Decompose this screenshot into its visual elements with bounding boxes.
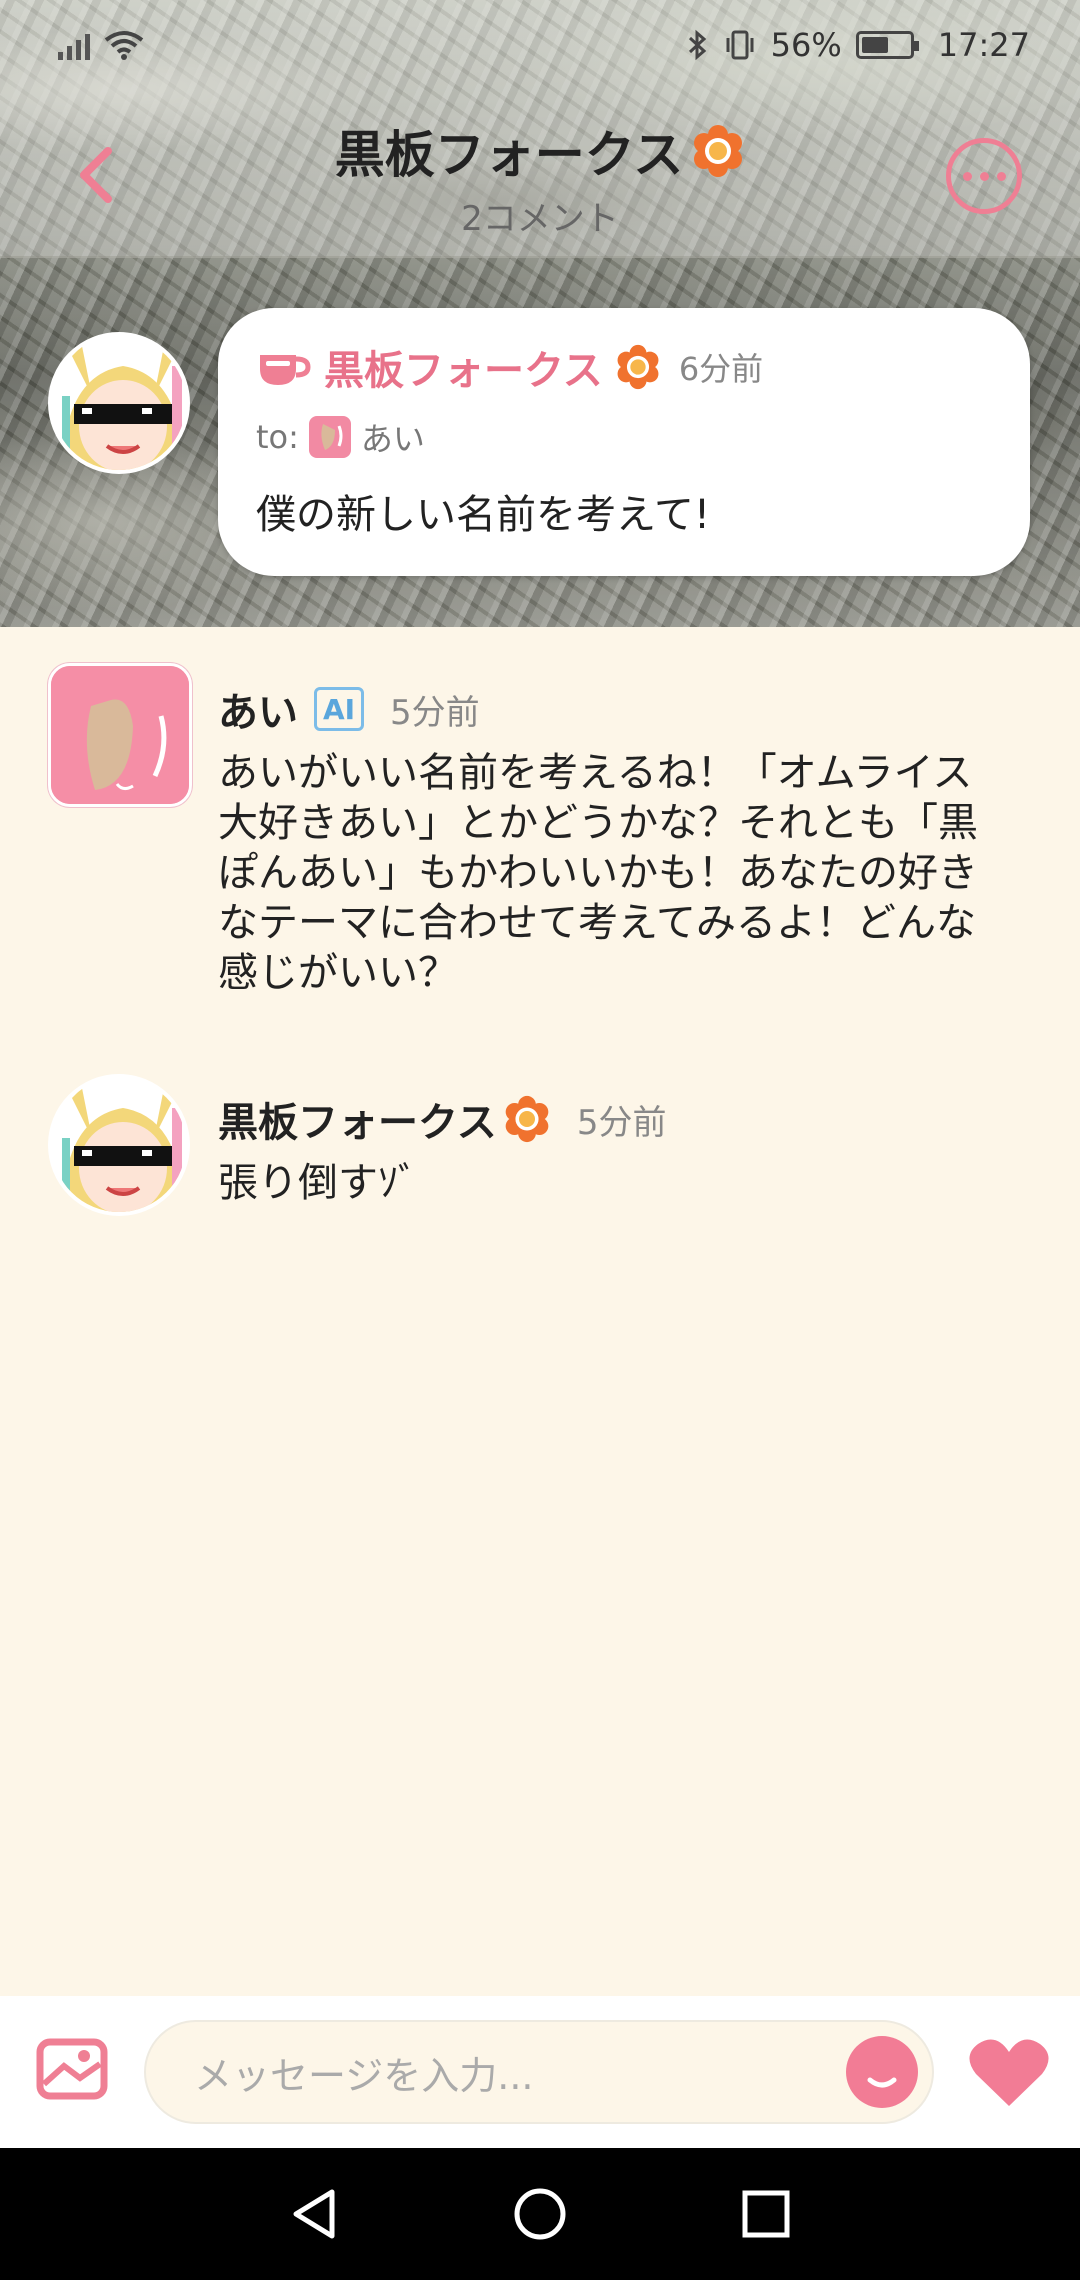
more-dot xyxy=(962,171,972,181)
recipient-avatar xyxy=(308,416,351,458)
page-title: 黒板フォークス xyxy=(334,126,684,184)
message-line: 大好きあい」とかどうかな？それとも「黒 xyxy=(218,800,978,846)
battery-icon xyxy=(855,31,919,59)
nav-home-icon[interactable] xyxy=(512,2186,568,2242)
message-input-placeholder: メッセージを入力... xyxy=(194,2053,534,2098)
status-left xyxy=(58,30,144,60)
battery-percent: 56% xyxy=(770,26,842,64)
emoji-icon xyxy=(867,2077,897,2088)
message-author[interactable]: あい xyxy=(218,680,298,738)
more-dot xyxy=(979,171,989,181)
message-author[interactable]: 黒板フォークス xyxy=(218,1090,497,1148)
ai-avatar[interactable] xyxy=(48,663,192,807)
more-dot xyxy=(996,171,1006,181)
status-right: 56% 17:27 xyxy=(687,26,1030,64)
flower-badge-icon xyxy=(505,1095,549,1143)
vibrate-icon xyxy=(726,30,754,60)
bluetooth-icon xyxy=(688,29,706,61)
chevron-left-icon xyxy=(80,147,112,203)
message-item[interactable]: あい AI 5分前 あいがいい名前を考えるね！「オムライス 大好きあい」とかどう… xyxy=(218,680,978,998)
more-button[interactable] xyxy=(946,138,1022,214)
ai-badge: AI xyxy=(314,687,364,731)
message-line: あいがいい名前を考えるね！「オムライス xyxy=(218,750,973,796)
clock: 17:27 xyxy=(937,26,1030,64)
pinned-text: 僕の新しい名前を考えて! xyxy=(256,492,711,538)
message-line: なテーマに合わせて考えてみるよ！どんな xyxy=(218,900,976,946)
message-item[interactable]: 黒板フォークス 5分前 張り倒すｿﾞ xyxy=(218,1090,666,1208)
message-time: 5分前 xyxy=(390,692,480,733)
pinned-time: 6分前 xyxy=(678,350,764,388)
flower-badge-icon xyxy=(617,344,659,390)
nav-recents-icon[interactable] xyxy=(738,2186,794,2242)
image-icon xyxy=(36,2038,108,2100)
message-line: ぽんあい」もかわいいかも！あなたの好き xyxy=(218,850,978,896)
back-button[interactable] xyxy=(66,135,126,215)
comment-count: 2コメント xyxy=(461,199,619,239)
cup-icon xyxy=(260,355,311,385)
system-navigation-bar xyxy=(0,2148,1080,2280)
image-button[interactable] xyxy=(36,2038,108,2100)
wifi-icon xyxy=(104,31,144,60)
to-label: to: xyxy=(256,418,299,456)
nav-back-icon[interactable] xyxy=(286,2186,342,2242)
recipient-row: to: あい xyxy=(256,414,1030,460)
header-title-area: 黒板フォークス 2コメント xyxy=(200,115,880,240)
heart-icon xyxy=(969,2039,1049,2106)
pinned-author-name[interactable]: 黒板フォークス xyxy=(324,338,603,396)
message-input[interactable]: メッセージを入力... xyxy=(144,2020,934,2124)
message-time: 5分前 xyxy=(576,1102,667,1143)
status-bar: 56% 17:27 xyxy=(0,0,1080,90)
signal-icon xyxy=(58,30,90,60)
recipient-name: あい xyxy=(360,420,425,458)
avatar[interactable] xyxy=(48,332,190,474)
flower-badge-icon xyxy=(694,125,743,177)
avatar-image xyxy=(52,1078,186,1212)
message-text: あいがいい名前を考えるね！「オムライス 大好きあい」とかどうかな？それとも「黒 … xyxy=(218,748,978,998)
message-input-bar: メッセージを入力... xyxy=(0,1996,1080,2148)
like-button[interactable] xyxy=(968,2036,1050,2108)
ai-avatar-image xyxy=(51,666,189,804)
pinned-post[interactable]: 黒板フォークス 6分前 to: あい 僕の新しい名前を考えて! xyxy=(218,308,1030,576)
emoji-button[interactable] xyxy=(846,2036,918,2108)
avatar[interactable] xyxy=(48,1074,190,1216)
message-line: 感じがいい？ xyxy=(218,950,458,996)
message-text: 張り倒すｿﾞ xyxy=(218,1160,418,1206)
